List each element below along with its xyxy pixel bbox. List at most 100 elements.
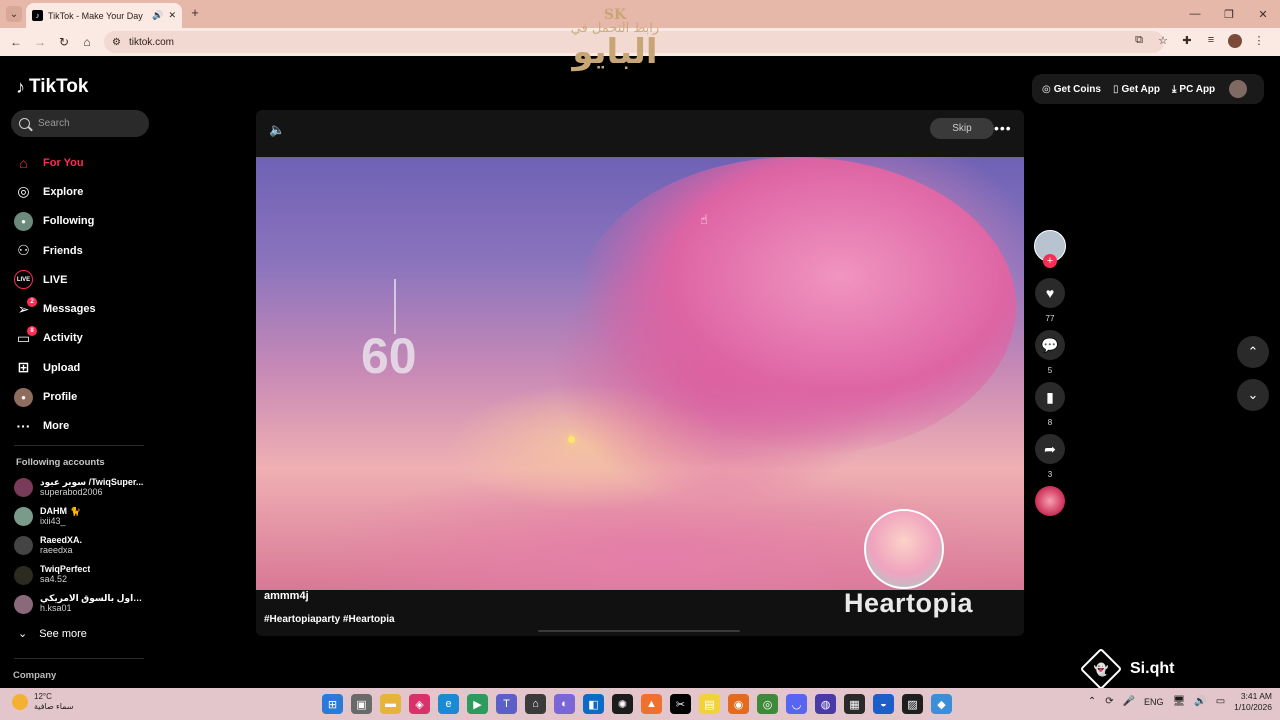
nav-friends[interactable]: ⚇ Friends: [14, 236, 96, 265]
bookmark-star-icon[interactable]: ☆: [1156, 34, 1170, 51]
nav-activity[interactable]: ▭ 8 Activity: [14, 324, 96, 353]
store-icon[interactable]: ⌂: [525, 694, 546, 714]
teams-icon[interactable]: T: [496, 694, 517, 714]
get-app-button[interactable]: ▯ Get App: [1113, 84, 1160, 95]
share-button[interactable]: ➦ 3: [1034, 434, 1066, 479]
see-more-button[interactable]: ⌄ See more: [18, 627, 87, 641]
install-app-icon[interactable]: ⧉: [1132, 34, 1146, 51]
app-icon[interactable]: ▨: [902, 694, 923, 714]
firefox-icon[interactable]: ◉: [728, 694, 749, 714]
get-coins-button[interactable]: ◎ Get Coins: [1042, 84, 1101, 95]
copilot-icon[interactable]: ◐: [554, 694, 575, 714]
comment-button[interactable]: 💬 5: [1034, 330, 1066, 375]
previous-video-button[interactable]: ⌃: [1237, 336, 1269, 368]
app-icon[interactable]: ◧: [583, 694, 604, 714]
home-page-icon[interactable]: ⌂: [79, 34, 95, 50]
app-icon[interactable]: ▦: [844, 694, 865, 714]
user-avatar[interactable]: [1229, 80, 1248, 98]
tab-audio-icon[interactable]: 🔊: [152, 10, 163, 21]
close-window-button[interactable]: ✕: [1246, 0, 1280, 28]
reload-icon[interactable]: ↻: [56, 34, 72, 50]
search-placeholder: Search: [38, 118, 70, 129]
volume-icon[interactable]: 🔊: [1194, 696, 1206, 707]
minimize-button[interactable]: —: [1178, 0, 1212, 28]
play-store-icon[interactable]: ▶: [467, 694, 488, 714]
volume-icon[interactable]: 🔈: [269, 122, 285, 138]
site-info-icon[interactable]: ⚙: [112, 37, 121, 48]
account-item[interactable]: سوبر عبود /TwiqSuper... superabod2006: [14, 473, 144, 502]
browser-tab[interactable]: ♪ TikTok - Make Your Day 🔊 ✕: [26, 3, 182, 28]
next-video-button[interactable]: ⌄: [1237, 379, 1269, 411]
more-options-icon[interactable]: •••: [994, 120, 1012, 136]
app-icon[interactable]: ◍: [815, 694, 836, 714]
search-input[interactable]: Search: [11, 110, 149, 137]
capcut-icon[interactable]: ✂: [670, 694, 691, 714]
live-icon: LIVE: [14, 270, 33, 290]
tab-search-button[interactable]: ⌄: [6, 6, 22, 22]
task-view-icon[interactable]: ▣: [351, 694, 372, 714]
account-item[interactable]: TwiqPerfect sa4.52: [14, 561, 144, 590]
back-icon[interactable]: ←: [8, 34, 24, 50]
edge-icon[interactable]: e: [438, 694, 459, 714]
clock[interactable]: 3:41 AM 1/10/2026: [1234, 691, 1272, 712]
chrome-icon[interactable]: ◎: [757, 694, 778, 714]
chatgpt-icon[interactable]: ✺: [612, 694, 633, 714]
nav-messages[interactable]: ➢ 2 Messages: [14, 294, 96, 323]
nav-explore[interactable]: ◎ Explore: [14, 177, 96, 206]
new-tab-button[interactable]: +: [188, 6, 202, 20]
nav-upload[interactable]: ⊞ Upload: [14, 353, 96, 382]
nav-live[interactable]: LIVE LIVE: [14, 265, 96, 294]
video-author[interactable]: ammm4j: [264, 590, 309, 602]
nav-for-you[interactable]: ⌂ For You: [14, 148, 96, 177]
video-frame[interactable]: 60: [256, 157, 1024, 590]
tiktok-logo[interactable]: ♪ TikTok: [16, 76, 88, 98]
profile-avatar-icon[interactable]: [1228, 34, 1242, 51]
video-hashtags[interactable]: #Heartopiaparty #Heartopia: [264, 614, 395, 625]
microphone-icon[interactable]: 🎤: [1123, 696, 1135, 707]
app-icon[interactable]: ◈: [409, 694, 430, 714]
tiktok-favicon-icon: ♪: [32, 10, 43, 21]
forward-icon[interactable]: →: [32, 34, 48, 50]
maximize-button[interactable]: ❐: [1212, 0, 1246, 28]
reading-list-icon[interactable]: ≡: [1204, 34, 1218, 51]
company-link[interactable]: Company: [13, 670, 56, 681]
file-explorer-icon[interactable]: ▬: [380, 694, 401, 714]
video-nav-arrows: ⌃ ⌄: [1237, 336, 1269, 422]
account-avatar: [14, 478, 33, 498]
overlay-brand: 👻 Si.qht: [1079, 647, 1174, 691]
bookmark-icon: ▮: [1035, 382, 1065, 412]
account-handle: raeedxa: [40, 544, 73, 555]
chevron-up-icon[interactable]: ⌃: [1088, 696, 1096, 707]
account-item[interactable]: متداول بالسوق الامريكي h.ksa01: [14, 590, 144, 619]
app-icon[interactable]: ◆: [931, 694, 952, 714]
follow-plus-icon[interactable]: +: [1043, 254, 1057, 268]
account-item[interactable]: RaeedXA. raeedxa: [14, 531, 144, 560]
music-disc[interactable]: [1034, 486, 1066, 516]
video-progress-bar[interactable]: [538, 630, 740, 632]
save-button[interactable]: ▮ 8: [1034, 382, 1066, 427]
language-indicator[interactable]: ENG: [1144, 697, 1164, 707]
account-item[interactable]: DAHM 🐈 ixii43_: [14, 502, 144, 531]
skip-button[interactable]: Skip: [930, 118, 994, 139]
like-button[interactable]: ♥ 77: [1034, 278, 1066, 323]
tab-close-icon[interactable]: ✕: [168, 10, 176, 21]
discord-icon[interactable]: ◡: [786, 694, 807, 714]
nav-profile[interactable]: ● Profile: [14, 382, 96, 411]
creator-avatar[interactable]: +: [1034, 230, 1066, 268]
coin-icon: ◎: [1042, 83, 1051, 95]
sticky-notes-icon[interactable]: ▤: [699, 694, 720, 714]
nav-following[interactable]: ● Following: [14, 207, 96, 236]
start-icon[interactable]: ⊞: [322, 694, 343, 714]
pc-app-button[interactable]: ⤓ PC App: [1172, 84, 1215, 95]
browser-menu-icon[interactable]: ⋮: [1252, 34, 1266, 51]
app-icon[interactable]: ▲: [641, 694, 662, 714]
extensions-icon[interactable]: ✚: [1180, 34, 1194, 51]
app-icon[interactable]: ◒: [873, 694, 894, 714]
nav-more[interactable]: ··· More: [14, 412, 96, 441]
weather-widget[interactable]: 12°C سماء صافية: [12, 692, 74, 711]
nav-label: Friends: [43, 244, 83, 257]
network-icon[interactable]: 🖥: [1173, 696, 1186, 707]
video-player[interactable]: 🔈 Skip ••• 60 Heartopia ammm4j #Heartopi…: [256, 110, 1024, 636]
battery-icon[interactable]: ▭: [1216, 696, 1225, 707]
sync-icon[interactable]: ⟳: [1105, 696, 1113, 707]
